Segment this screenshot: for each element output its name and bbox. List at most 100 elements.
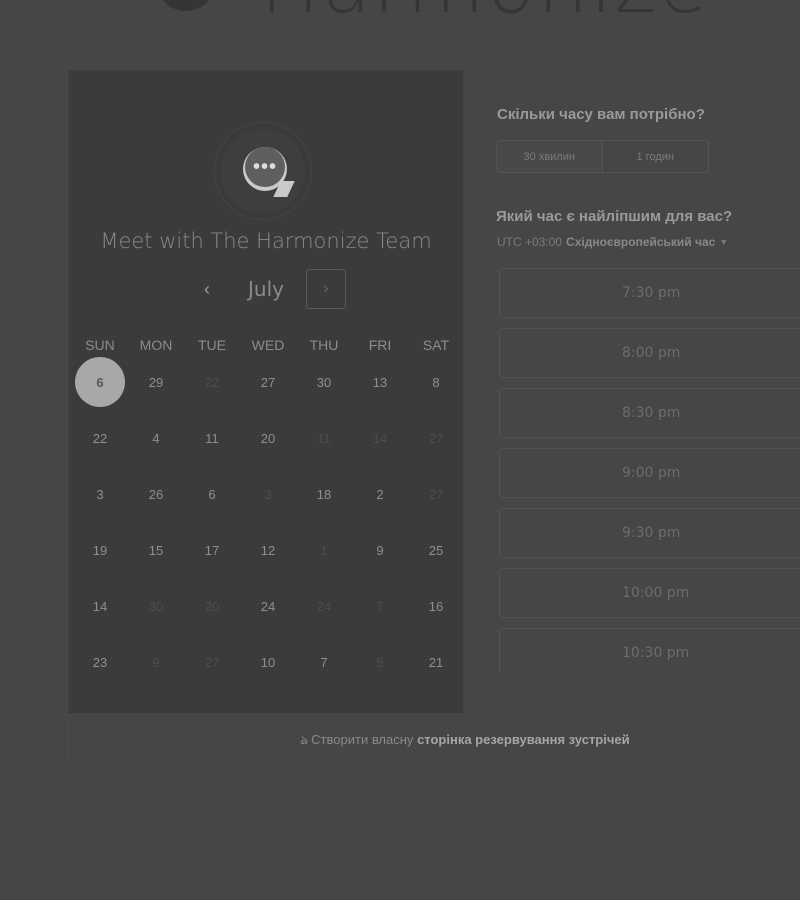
calendar-day[interactable]: 25 (408, 522, 464, 578)
calendar-day-label: 27 (260, 374, 276, 390)
calendar-day-label: 20 (204, 598, 220, 614)
calendar-day: 11 (296, 410, 352, 466)
calendar-day[interactable]: 2 (352, 466, 408, 522)
calendar-day-label: 6 (96, 374, 104, 390)
calendar-day-label: 12 (260, 542, 276, 558)
calendar-day[interactable]: 8 (408, 354, 464, 410)
calendar-day[interactable]: 30 (296, 354, 352, 410)
calendar-day-label: 9 (376, 542, 384, 558)
calendar-day-label: 20 (260, 430, 276, 446)
calendar-day-selected[interactable]: 6 (72, 354, 128, 410)
calendar-day-label: 17 (204, 542, 220, 558)
calendar-day[interactable]: 6 (184, 466, 240, 522)
calendar-day: 27 (408, 466, 464, 522)
calendar-day-label: 6 (208, 486, 216, 502)
calendar-day[interactable]: 14 (72, 578, 128, 634)
timezone-selector[interactable]: UTC +03:00 Східноєвропейський час ▼ (497, 235, 728, 249)
calendar-day[interactable]: 7 (296, 634, 352, 690)
calendar-day[interactable]: 22 (72, 410, 128, 466)
create-booking-page-link[interactable]: сторінка резервування зустрічей (417, 732, 630, 747)
calendar-day[interactable]: 4 (128, 410, 184, 466)
time-slot-button[interactable]: 7:30 pm (499, 268, 800, 318)
calendar-day-label: 7 (376, 598, 384, 614)
calendar-day-label: 22 (92, 430, 108, 446)
weekday-tue: TUE (198, 337, 226, 353)
calendar-day-label: 13 (372, 374, 388, 390)
brand-header: Harmonize (150, 0, 710, 25)
prev-month-button[interactable]: ‹ (189, 269, 225, 309)
calendar-day-label: 11 (317, 430, 331, 446)
chat-bubble-icon: ••• (245, 147, 285, 187)
weekday-header: SUN MON TUE WED THU FRI SAT (72, 337, 464, 353)
weekday-sun: SUN (85, 337, 115, 353)
calendar-day[interactable]: 24 (240, 578, 296, 634)
calendar-day-label: 3 (264, 486, 272, 502)
footer-text: ঌ Створити власну сторінка резервування з… (0, 731, 800, 752)
calendar-day[interactable]: 26 (128, 466, 184, 522)
calendar-day[interactable]: 13 (352, 354, 408, 410)
calendar-day: 30 (128, 578, 184, 634)
calendar-day-label: 5 (376, 654, 384, 670)
calendar-day[interactable]: 19 (72, 522, 128, 578)
duration-question: Скільки часу вам потрібно? (497, 106, 705, 123)
time-slot-button[interactable]: 9:30 pm (499, 508, 800, 558)
time-question: Який час є найліпшим для вас? (496, 208, 733, 225)
calendar-day: 14 (352, 410, 408, 466)
calendar-day-label: 24 (316, 598, 332, 614)
next-month-button[interactable]: › (306, 269, 346, 309)
brand-name: Harmonize (260, 0, 710, 25)
weekday-sat: SAT (422, 337, 450, 353)
calendar-day[interactable]: 17 (184, 522, 240, 578)
time-slot-button[interactable]: 10:30 pm (499, 628, 800, 672)
calendar-day-label: 9 (152, 654, 160, 670)
calendar-day[interactable]: 18 (296, 466, 352, 522)
footer-prefix: Створити власну (311, 732, 414, 747)
calendar-day-label: 29 (148, 374, 164, 390)
time-slot-button[interactable]: 9:00 pm (499, 448, 800, 498)
calendar-day-label: 7 (320, 654, 328, 670)
calendar-day[interactable]: 20 (240, 410, 296, 466)
weekday-thu: THU (309, 337, 339, 353)
calendar-day[interactable]: 10 (240, 634, 296, 690)
calendar-day-label: 10 (260, 654, 276, 670)
calendar-panel: ••• Meet with The Harmonize Team ‹ July … (69, 71, 463, 713)
calendar-day[interactable]: 27 (240, 354, 296, 410)
month-navigation: ‹ July › (69, 269, 463, 309)
duration-option-1hour[interactable]: 1 годин (603, 141, 709, 172)
calendar-day[interactable]: 9 (352, 522, 408, 578)
calendar-day-label: 4 (152, 430, 160, 446)
time-slot-button[interactable]: 8:00 pm (499, 328, 800, 378)
chevron-right-icon: › (323, 280, 329, 297)
calendar-day-label: 16 (428, 598, 444, 614)
time-slot-button[interactable]: 8:30 pm (499, 388, 800, 438)
calendar-day-label: 14 (92, 598, 108, 614)
calendar-day: 3 (240, 466, 296, 522)
calendar-day-label: 11 (205, 430, 219, 446)
calendar-day[interactable]: 21 (408, 634, 464, 690)
calendar-day[interactable]: 29 (128, 354, 184, 410)
time-slot-button[interactable]: 10:00 pm (499, 568, 800, 618)
calendar-day-label: 3 (96, 486, 104, 502)
calendar-day: 22 (184, 354, 240, 410)
calendar-day-label: 23 (92, 654, 108, 670)
calendar-day-label: 25 (428, 542, 444, 558)
duration-option-30min[interactable]: 30 хвилин (497, 141, 603, 172)
calendar-day: 27 (408, 410, 464, 466)
calendar-day-label: 30 (316, 374, 332, 390)
calendar-day-label: 22 (204, 374, 220, 390)
meeting-title: Meet with The Harmonize Team (100, 229, 432, 253)
calendar-day[interactable]: 12 (240, 522, 296, 578)
calendar-day[interactable]: 11 (184, 410, 240, 466)
calendar-day[interactable]: 23 (72, 634, 128, 690)
time-slot-list[interactable]: 7:30 pm 8:00 pm 8:30 pm 9:00 pm 9:30 pm 10:00… (499, 268, 800, 672)
calendar-day-label: 30 (148, 598, 164, 614)
calendar-day[interactable]: 3 (72, 466, 128, 522)
calendar-day-label: 14 (372, 430, 388, 446)
calendar-day: 27 (184, 634, 240, 690)
weekday-wed: WED (251, 337, 285, 353)
calendar-day[interactable]: 15 (128, 522, 184, 578)
hubspot-sprocket-icon: ঌ (300, 732, 309, 747)
calendar-grid: 6 29 22 27 30 13 8 22 4 11 20 11 14 27 3 26 6 3 18 2 27 19 15 1… (72, 354, 464, 690)
footer: ঌ Створити власну сторінка резервування з… (0, 714, 800, 765)
calendar-day[interactable]: 16 (408, 578, 464, 634)
